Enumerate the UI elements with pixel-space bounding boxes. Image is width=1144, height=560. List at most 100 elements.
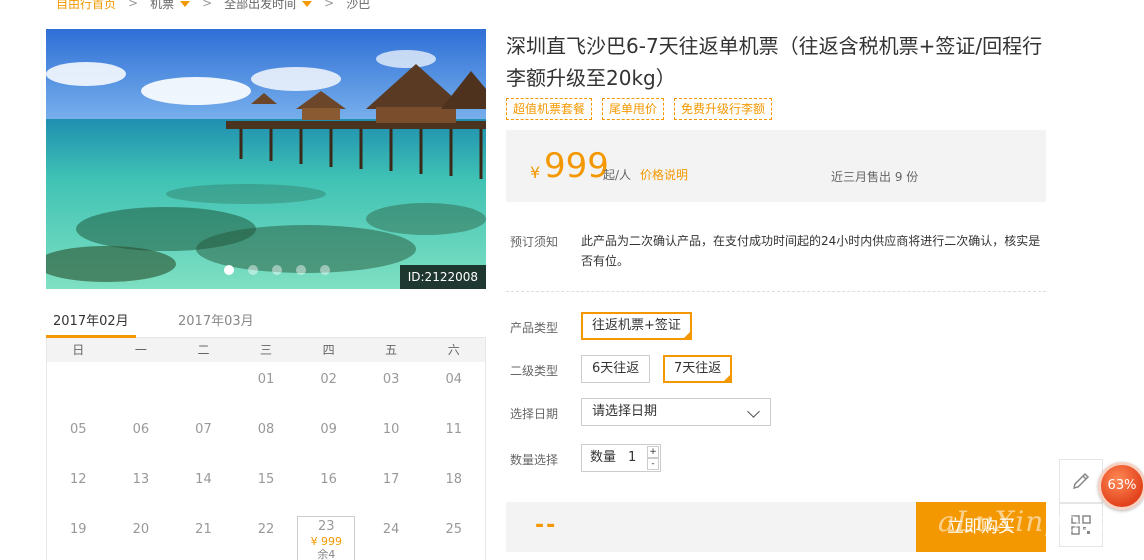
product-photo[interactable]: ID:2122008 <box>46 29 486 289</box>
calendar-day: 08 <box>257 422 275 437</box>
beach-resort-image <box>46 29 486 289</box>
option-label: 6天往返 <box>592 361 640 376</box>
calendar-day-available[interactable]: 23 ¥ 999 余4 <box>297 512 360 560</box>
quantity-decrease-button[interactable]: - <box>647 458 659 470</box>
option-sub-type-6-days[interactable]: 6天往返 <box>581 355 651 383</box>
calendar-day: 12 <box>70 472 87 487</box>
quantity-value[interactable]: 1 <box>628 445 636 471</box>
qrcode-icon <box>1071 515 1091 535</box>
calendar-day: 24 <box>382 522 400 537</box>
calendar-day <box>172 362 235 412</box>
tag-badge: 免费升级行李额 <box>674 98 773 120</box>
dropdown-arrow-icon <box>180 1 191 7</box>
chevron-down-icon <box>747 405 760 418</box>
tag-badge: 尾单甩价 <box>602 98 665 120</box>
calendar-week-row: 05 06 07 08 09 10 11 <box>47 412 485 462</box>
calendar-day: 07 <box>195 422 212 437</box>
calendar-day: 10 <box>382 422 400 437</box>
weekday-label: 一 <box>134 343 147 357</box>
breadcrumb-separator: > <box>202 0 213 10</box>
quantity-stepper: 数量 1 + - <box>581 444 661 472</box>
edit-tool-button[interactable] <box>1059 459 1103 503</box>
product-tags: 超值机票套餐 尾单甩价 免费升级行李额 <box>506 98 773 120</box>
product-page: 自由行首页 > 机票 > 全部出发时间 > 沙巴 ID:2122008 2017… <box>0 0 1144 560</box>
product-title: 深圳直飞沙巴6-7天往返单机票（往返含税机票+签证/回程行李额升级至20kg） <box>506 34 1043 90</box>
breadcrumb-departure-dropdown[interactable]: 全部出发时间 <box>224 0 313 12</box>
option-product-type-roundtrip-visa[interactable]: 往返机票+签证 <box>581 312 692 342</box>
calendar-day: 03 <box>382 372 400 387</box>
price-unit: 起/人 <box>603 168 632 182</box>
calendar-day: 06 <box>132 422 150 437</box>
currency-symbol: ¥ <box>530 163 541 182</box>
calendar-day: 05 <box>70 422 87 437</box>
qrcode-tool-button[interactable] <box>1059 503 1103 547</box>
calendar-day: 18 <box>445 472 463 487</box>
total-price: -- <box>535 513 558 538</box>
breadcrumb-home-link[interactable]: 自由行首页 <box>56 0 116 12</box>
breadcrumb-flight-label: 机票 <box>150 0 175 11</box>
breadcrumb-departure-label: 全部出发时间 <box>224 0 297 11</box>
tab-month-mar[interactable]: 2017年03月 <box>178 310 254 329</box>
calendar-month-tabs: 2017年02月 2017年03月 <box>46 304 486 338</box>
calendar-day <box>47 362 110 412</box>
quantity-inner-label: 数量 <box>590 450 617 465</box>
calendar-day: 14 <box>195 472 212 487</box>
calendar-day: 17 <box>382 472 400 487</box>
dropdown-arrow-icon <box>302 1 313 7</box>
weekday-label: 日 <box>72 343 85 357</box>
calendar-day: 01 <box>257 372 275 387</box>
quantity-increase-button[interactable]: + <box>647 446 659 458</box>
calendar-day <box>110 362 173 412</box>
breadcrumb: 自由行首页 > 机票 > 全部出发时间 > 沙巴 <box>56 0 370 12</box>
calendar-day: 16 <box>320 472 337 487</box>
booking-notice-label: 预订须知 <box>510 235 559 249</box>
option-sub-type-7-days[interactable]: 7天往返 <box>663 355 733 385</box>
weekday-label: 五 <box>385 343 398 357</box>
carousel-dot[interactable] <box>224 265 234 275</box>
date-select-value: 请选择日期 <box>592 404 658 419</box>
option-label: 7天往返 <box>674 361 722 376</box>
available-day-box: 23 ¥ 999 余4 <box>297 516 356 560</box>
carousel-dot[interactable] <box>248 265 258 275</box>
calendar-day: 02 <box>320 372 337 387</box>
available-day-number: 23 <box>318 519 335 534</box>
calendar-day: 20 <box>132 522 150 537</box>
calendar-day: 21 <box>195 522 212 537</box>
sub-type-label: 二级类型 <box>510 364 559 378</box>
calendar-day: 11 <box>445 422 463 437</box>
price-explanation-link[interactable]: 价格说明 <box>640 166 688 183</box>
pencil-icon <box>1072 472 1090 490</box>
calendar-week-row: 12 13 14 15 16 17 18 <box>47 462 485 512</box>
tag-badge: 超值机票套餐 <box>506 98 593 120</box>
date-label: 选择日期 <box>510 407 559 421</box>
price-amount: 999 <box>544 146 609 186</box>
calendar-day: 22 <box>257 522 275 537</box>
calendar-weekday-header: 日 一 二 三 四 五 六 <box>47 338 485 362</box>
carousel-dot[interactable] <box>296 265 306 275</box>
available-day-price: ¥ 999 <box>310 535 343 548</box>
calendar: 日 一 二 三 四 五 六 01 02 03 04 05 06 07 08 09… <box>46 338 486 560</box>
weekday-label: 四 <box>322 343 335 357</box>
booking-notice-text: 此产品为二次确认产品，在支付成功时间起的24小时内供应商将进行二次确认，核实是否… <box>581 234 1041 268</box>
breadcrumb-flight-dropdown[interactable]: 机票 <box>150 0 191 12</box>
calendar-day: 13 <box>132 472 150 487</box>
calendar-day: 15 <box>257 472 275 487</box>
breadcrumb-separator: > <box>324 0 335 10</box>
carousel-dot[interactable] <box>320 265 330 275</box>
weekday-label: 六 <box>447 343 460 357</box>
weekday-label: 三 <box>260 343 273 357</box>
carousel-dot[interactable] <box>272 265 282 275</box>
calendar-week-row: 01 02 03 04 <box>47 362 485 412</box>
tab-month-feb[interactable]: 2017年02月 <box>53 310 129 329</box>
date-select[interactable]: 请选择日期 <box>581 398 771 426</box>
carousel-dots <box>224 265 330 275</box>
available-day-remaining: 余4 <box>317 548 336 560</box>
section-divider <box>506 291 1046 292</box>
weekday-label: 二 <box>197 343 210 357</box>
progress-badge[interactable]: 63% <box>1098 462 1144 510</box>
calendar-day: 04 <box>445 372 463 387</box>
option-label: 往返机票+签证 <box>592 318 681 333</box>
breadcrumb-separator: > <box>128 0 139 10</box>
buy-now-button[interactable]: 立即购买 <box>916 502 1046 552</box>
breadcrumb-destination: 沙巴 <box>346 0 371 11</box>
